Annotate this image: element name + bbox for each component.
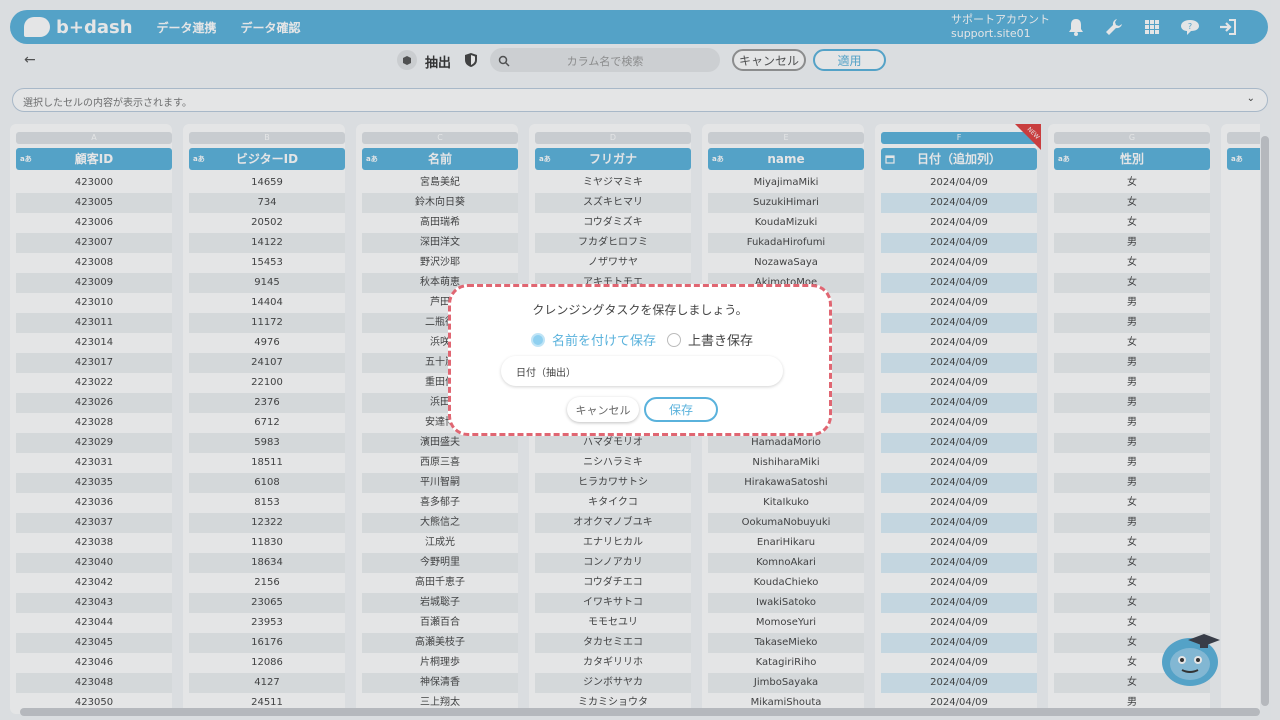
radio-save-as-named-label: 名前を付けて保存 — [552, 334, 657, 349]
radio-save-as-named[interactable]: 名前を付けて保存 — [531, 330, 656, 349]
radio-selected-icon — [531, 332, 545, 347]
radio-overwrite-label: 上書き保存 — [688, 334, 754, 349]
save-task-dialog: クレンジングタスクを保存しましょう。 名前を付けて保存 上書き保存 日付（抽出）… — [448, 284, 832, 436]
task-name-input[interactable]: 日付（抽出） — [501, 356, 783, 386]
radio-unselected-icon — [667, 332, 681, 347]
dialog-cancel-button[interactable]: キャンセル — [567, 397, 639, 422]
radio-overwrite[interactable]: 上書き保存 — [667, 330, 753, 349]
dialog-title: クレンジングタスクを保存しましょう。 — [532, 303, 748, 317]
dialog-save-button[interactable]: 保存 — [644, 397, 718, 422]
